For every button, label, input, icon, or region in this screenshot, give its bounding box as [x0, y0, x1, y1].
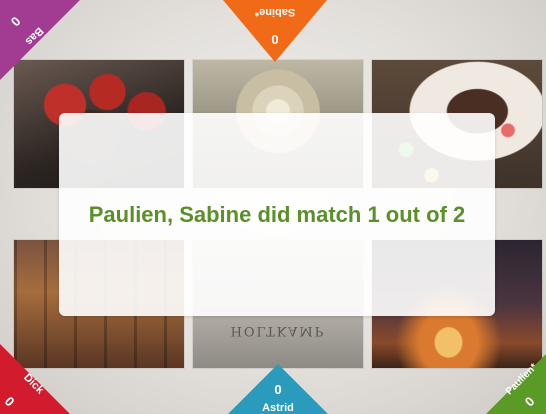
- game-board: HOLTKAMP 0 Bas Sabine* 0 Dick 0 0 Astrid…: [0, 0, 546, 414]
- player-marker-paulien: Paulien* 0: [486, 354, 546, 414]
- result-message-text: Paulien, Sabine did match 1 out of 2: [88, 201, 466, 227]
- player-marker-bas: 0 Bas: [0, 0, 80, 80]
- cup-print-text: HOLTKAMP: [230, 323, 326, 338]
- player-name-sabine: Sabine*: [254, 6, 296, 18]
- player-name-astrid: Astrid: [262, 402, 294, 414]
- player-score-astrid: 0: [274, 382, 282, 397]
- player-score-sabine: 0: [271, 32, 279, 47]
- player-marker-sabine: Sabine* 0: [223, 0, 327, 62]
- player-marker-astrid: 0 Astrid: [228, 364, 328, 414]
- player-marker-dick: Dick 0: [0, 344, 70, 414]
- player-triangle-bas: [0, 0, 80, 80]
- result-message-overlay[interactable]: Paulien, Sabine did match 1 out of 2: [59, 113, 495, 316]
